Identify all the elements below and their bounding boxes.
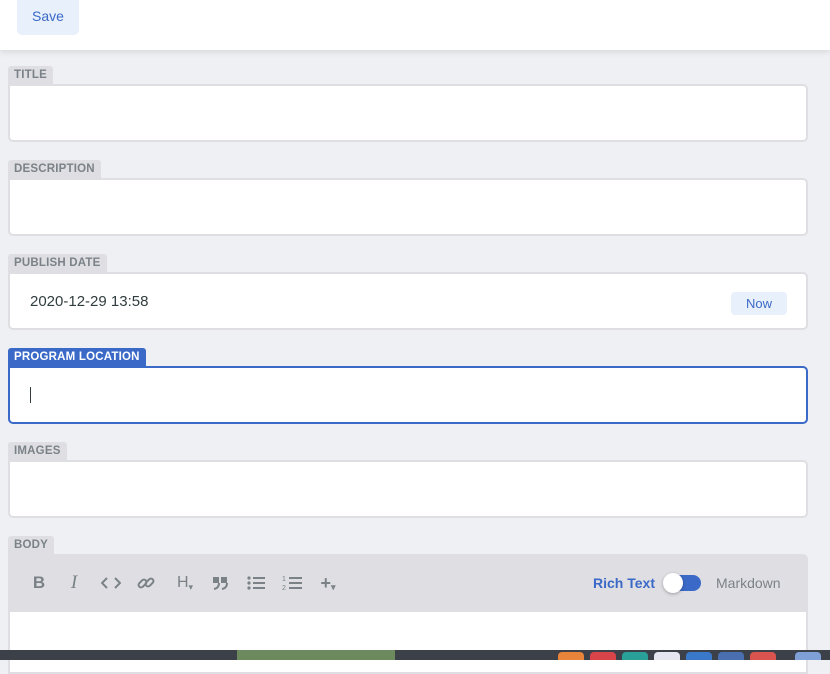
settings-icon[interactable] — [686, 652, 712, 660]
description-input[interactable] — [8, 178, 808, 236]
now-button[interactable]: Now — [731, 292, 787, 315]
bulleted-list-icon[interactable] — [246, 572, 266, 594]
italic-icon[interactable]: I — [66, 572, 82, 594]
toggle-knob — [663, 573, 683, 593]
add-icon[interactable]: + ▾ — [317, 572, 339, 594]
editor-mode-toggle[interactable] — [663, 573, 701, 593]
description-label: DESCRIPTION — [8, 160, 101, 178]
svg-text:1: 1 — [282, 576, 286, 583]
code-icon[interactable] — [100, 572, 122, 594]
link-icon[interactable] — [136, 572, 156, 594]
os-taskbar — [0, 650, 830, 660]
editor-toolbar: B I H ▾ 12 + ▾ Rich Text Markdown — [8, 554, 808, 612]
publish-date-label: PUBLISH DATE — [8, 254, 107, 272]
browser-icon[interactable] — [622, 652, 648, 660]
taskbar-active-window[interactable] — [237, 650, 395, 660]
chrome-icon[interactable] — [750, 652, 776, 660]
app-icon[interactable] — [590, 652, 616, 660]
title-input[interactable] — [8, 84, 808, 142]
top-bar: Save — [0, 0, 830, 50]
images-label: IMAGES — [8, 442, 67, 460]
quote-icon[interactable] — [210, 572, 230, 594]
body-label: BODY — [8, 536, 55, 554]
body-editor[interactable] — [8, 612, 808, 674]
numbered-list-icon[interactable]: 12 — [281, 572, 303, 594]
svg-text:2: 2 — [282, 585, 286, 591]
publish-date-input[interactable]: 2020-12-29 13:58 Now — [8, 272, 808, 330]
rich-text-label[interactable]: Rich Text — [593, 575, 655, 591]
markdown-label[interactable]: Markdown — [716, 575, 781, 591]
images-input[interactable] — [8, 460, 808, 518]
heading-icon[interactable]: H ▾ — [173, 572, 197, 594]
program-location-input[interactable] — [8, 366, 808, 424]
cursor-icon[interactable] — [795, 652, 821, 660]
title-label: TITLE — [8, 66, 53, 84]
window-icon[interactable] — [718, 652, 744, 660]
publish-date-value: 2020-12-29 13:58 — [30, 293, 149, 310]
text-caret — [30, 387, 31, 403]
clock-icon[interactable] — [654, 652, 680, 660]
program-location-label: PROGRAM LOCATION — [8, 348, 146, 366]
save-button[interactable]: Save — [17, 0, 79, 35]
rss-icon[interactable] — [558, 652, 584, 660]
bold-icon[interactable]: B — [30, 572, 48, 594]
